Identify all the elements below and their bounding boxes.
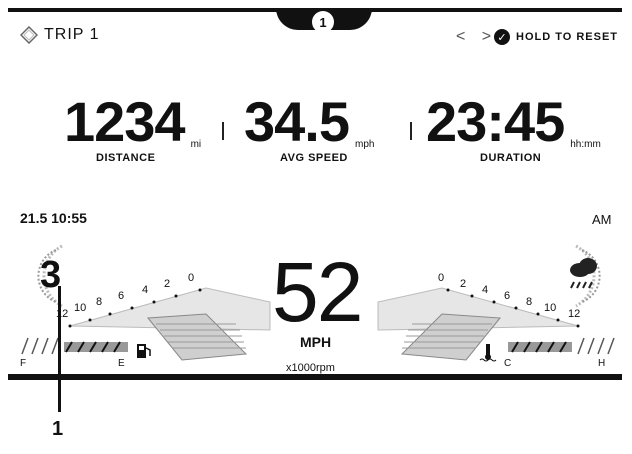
distance-stat: 1234 mi [64, 90, 202, 153]
temp-gauge [508, 337, 615, 355]
fuel-pump-icon [137, 344, 151, 358]
odometer-time: 21.5 10:55 [20, 210, 87, 226]
speed-unit: MPH [300, 334, 332, 350]
tach-right-tick: 2 [460, 278, 467, 290]
tach-left-tick: 2 [164, 278, 171, 290]
duration-stat: 23:45 hh:mm [426, 90, 601, 153]
tach-left-tick: 10 [74, 302, 87, 314]
temp-gauge-high-label: H [598, 358, 606, 369]
tach-left-tick: 4 [142, 284, 149, 296]
distance-caption: DISTANCE [96, 152, 156, 164]
fuel-gauge-low-label: F [20, 358, 27, 369]
avg-speed-unit: mph [355, 139, 375, 150]
duration-caption: DURATION [480, 152, 542, 164]
fuel-gauge [21, 337, 128, 355]
trip-icon [20, 26, 38, 44]
avg-speed-stat: 34.5 mph [244, 90, 375, 153]
ampm-label: AM [592, 212, 612, 227]
page-badge[interactable]: 1 [312, 11, 334, 33]
coolant-temp-icon [479, 344, 497, 362]
callout-leader-line [58, 286, 61, 412]
trip-nav-arrows[interactable]: < > [456, 28, 497, 46]
temp-gauge-low-label: C [504, 358, 512, 369]
checkmark-icon[interactable]: ✓ [494, 29, 510, 45]
duration-value: 23:45 [426, 90, 565, 153]
stat-separator [410, 122, 412, 140]
hold-to-reset-label[interactable]: HOLD TO RESET [516, 31, 618, 43]
stat-separator [222, 122, 224, 140]
tach-left-tick: 8 [96, 296, 103, 308]
distance-value: 1234 [64, 90, 186, 153]
tach-left-tick: 0 [188, 272, 195, 284]
avg-speed-caption: AVG SPEED [280, 152, 348, 164]
tach-right-tick: 6 [504, 290, 511, 302]
tach-left-tick: 6 [118, 290, 125, 302]
tach-right-tick: 4 [482, 284, 489, 296]
tach-right-tick: 0 [438, 272, 445, 284]
rpm-unit-label: x1000rpm [286, 362, 335, 374]
dashboard-screen: 1 TRIP 1 < > ✓ HOLD TO RESET 1234 mi DIS… [8, 8, 622, 380]
callout-number: 1 [52, 418, 64, 440]
top-notch: 1 [276, 8, 372, 33]
duration-unit: hh:mm [570, 139, 601, 150]
tach-right-tick: 8 [526, 296, 533, 308]
trip-label[interactable]: TRIP 1 [44, 26, 100, 44]
fuel-gauge-high-label: E [118, 358, 125, 369]
distance-unit: mi [190, 139, 202, 150]
avg-speed-value: 34.5 [244, 90, 350, 153]
speed-value: 52 [272, 245, 363, 339]
tach-right-tick: 12 [568, 308, 581, 320]
tach-right-tick: 10 [544, 302, 557, 314]
